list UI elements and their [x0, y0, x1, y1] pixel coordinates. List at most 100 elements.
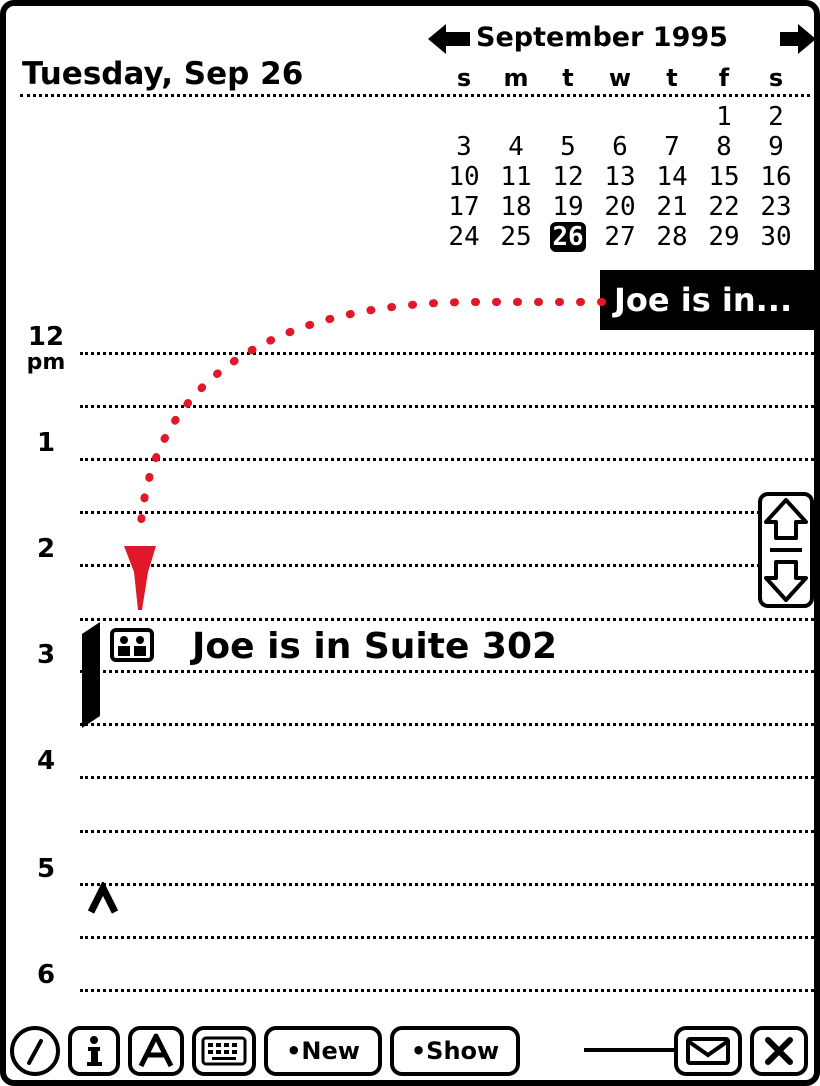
calendar-day-number: 16: [760, 162, 792, 192]
weekday-header: smtwtfs: [438, 64, 808, 96]
info-icon: [87, 1036, 102, 1066]
calendar-day[interactable]: 5: [542, 132, 594, 162]
calendar-day-number: 8: [716, 132, 732, 162]
weekday-label: t: [562, 64, 574, 92]
calendar-day-selected[interactable]: 26: [542, 222, 594, 252]
calendar-day[interactable]: 24: [438, 222, 490, 252]
keyboard-icon: [201, 1036, 247, 1066]
calendar-day[interactable]: 8: [698, 132, 750, 162]
right-arrow-icon[interactable]: [778, 22, 818, 56]
info-button[interactable]: [68, 1026, 120, 1076]
calendar-day[interactable]: 15: [698, 162, 750, 192]
routing-envelope-icon: [686, 1037, 730, 1065]
half-hour-line[interactable]: [80, 405, 814, 408]
calendar-day[interactable]: 6: [594, 132, 646, 162]
half-hour-line[interactable]: [80, 723, 814, 726]
insertion-caret-icon[interactable]: [88, 882, 118, 916]
calendar-day-number: 24: [448, 222, 480, 252]
calendar-day-number: 10: [448, 162, 480, 192]
hour-label-6: 6: [36, 960, 56, 990]
calendar-day[interactable]: 19: [542, 192, 594, 222]
new-button[interactable]: •New: [264, 1026, 382, 1076]
calendar-day[interactable]: 7: [646, 132, 698, 162]
weekday-label: s: [456, 64, 472, 92]
hour-line[interactable]: [80, 776, 814, 779]
hour-label-4: 4: [36, 746, 56, 776]
half-hour-line[interactable]: [80, 830, 814, 833]
calendar-day[interactable]: 1: [698, 102, 750, 132]
hour-line[interactable]: [80, 989, 814, 992]
extras-button[interactable]: [10, 1026, 60, 1076]
calendar-day-number: 29: [708, 222, 740, 252]
calendar-day[interactable]: 30: [750, 222, 802, 252]
calendar-day[interactable]: 2: [750, 102, 802, 132]
calendar-day[interactable]: 17: [438, 192, 490, 222]
calendar-day-number: 18: [500, 192, 532, 222]
calendar-day[interactable]: 4: [490, 132, 542, 162]
calendar-day[interactable]: 23: [750, 192, 802, 222]
calendar-day[interactable]: 14: [646, 162, 698, 192]
hour-line[interactable]: [80, 670, 814, 673]
weekday-label: t: [666, 64, 678, 92]
weekday-label: f: [718, 64, 730, 92]
calendar-day-number: 25: [500, 222, 532, 252]
calendar-day[interactable]: 22: [698, 192, 750, 222]
hour-line[interactable]: [80, 883, 814, 886]
toolbar: •New •Show: [6, 1018, 814, 1080]
calendar-day[interactable]: 3: [438, 132, 490, 162]
left-arrow-icon[interactable]: [426, 22, 472, 56]
notepad-screen: Tuesday, Sep 26 September 1995 s m t w t f s 1…: [0, 0, 820, 1086]
recognition-icon: [138, 1033, 174, 1068]
calendar-day-number: 20: [604, 192, 636, 222]
weekday-label: w: [608, 64, 632, 92]
half-hour-line[interactable]: [80, 936, 814, 939]
calendar-day[interactable]: 21: [646, 192, 698, 222]
calendar-day-number: 4: [508, 132, 524, 162]
hour-label-12: 12 pm: [26, 322, 66, 375]
calendar-day[interactable]: 16: [750, 162, 802, 192]
calendar-day[interactable]: 18: [490, 192, 542, 222]
hour-label-3: 3: [36, 640, 56, 670]
calendar-day[interactable]: 10: [438, 162, 490, 192]
calendar-day[interactable]: 13: [594, 162, 646, 192]
calendar-day[interactable]: 25: [490, 222, 542, 252]
month-title: September 1995: [476, 22, 728, 53]
keyboard-button[interactable]: [192, 1026, 256, 1076]
calendar-day-number: 23: [760, 192, 792, 222]
new-button-label: •New: [286, 1037, 360, 1065]
hour-line[interactable]: [80, 352, 814, 355]
calendar-day[interactable]: 20: [594, 192, 646, 222]
recognition-button[interactable]: [128, 1026, 184, 1076]
hour-line[interactable]: [80, 564, 814, 567]
close-button[interactable]: [750, 1026, 808, 1076]
scroll-up-down-icon[interactable]: [758, 492, 814, 608]
extras-clock-icon: [27, 1039, 43, 1065]
calendar-day-number: 3: [456, 132, 472, 162]
calendar-day-number: 6: [612, 132, 628, 162]
close-icon: [765, 1037, 793, 1065]
calendar-day[interactable]: 29: [698, 222, 750, 252]
calendar-day[interactable]: 27: [594, 222, 646, 252]
dragged-event-chip[interactable]: Joe is in...: [600, 270, 814, 330]
calendar-day-number: 21: [656, 192, 688, 222]
calendar-day-number: 14: [656, 162, 688, 192]
calendar-day[interactable]: 28: [646, 222, 698, 252]
hour-label-1: 1: [36, 428, 56, 458]
hour-label-5: 5: [36, 854, 56, 884]
calendar-day-number: 15: [708, 162, 740, 192]
event-title[interactable]: Joe is in Suite 302: [192, 626, 557, 667]
calendar-day[interactable]: 12: [542, 162, 594, 192]
calendar-day[interactable]: 11: [490, 162, 542, 192]
routing-button[interactable]: [674, 1026, 742, 1076]
calendar-day[interactable]: 9: [750, 132, 802, 162]
event-duration-bar[interactable]: [74, 622, 102, 728]
calendar-day-number: 9: [768, 132, 784, 162]
calendar-day-number: 11: [500, 162, 532, 192]
month-calendar[interactable]: 1 2 3 4 5 6 7 8 9 10 11 12 13 14 15 16 17 18 19 20 21 22 23 24 2…: [438, 102, 808, 262]
calendar-day-number: 27: [604, 222, 636, 252]
hour-line[interactable]: [80, 458, 814, 461]
show-button[interactable]: •Show: [390, 1026, 520, 1076]
hour-label-2: 2: [36, 534, 56, 564]
half-hour-line[interactable]: [80, 511, 814, 514]
half-hour-line[interactable]: [80, 618, 814, 621]
